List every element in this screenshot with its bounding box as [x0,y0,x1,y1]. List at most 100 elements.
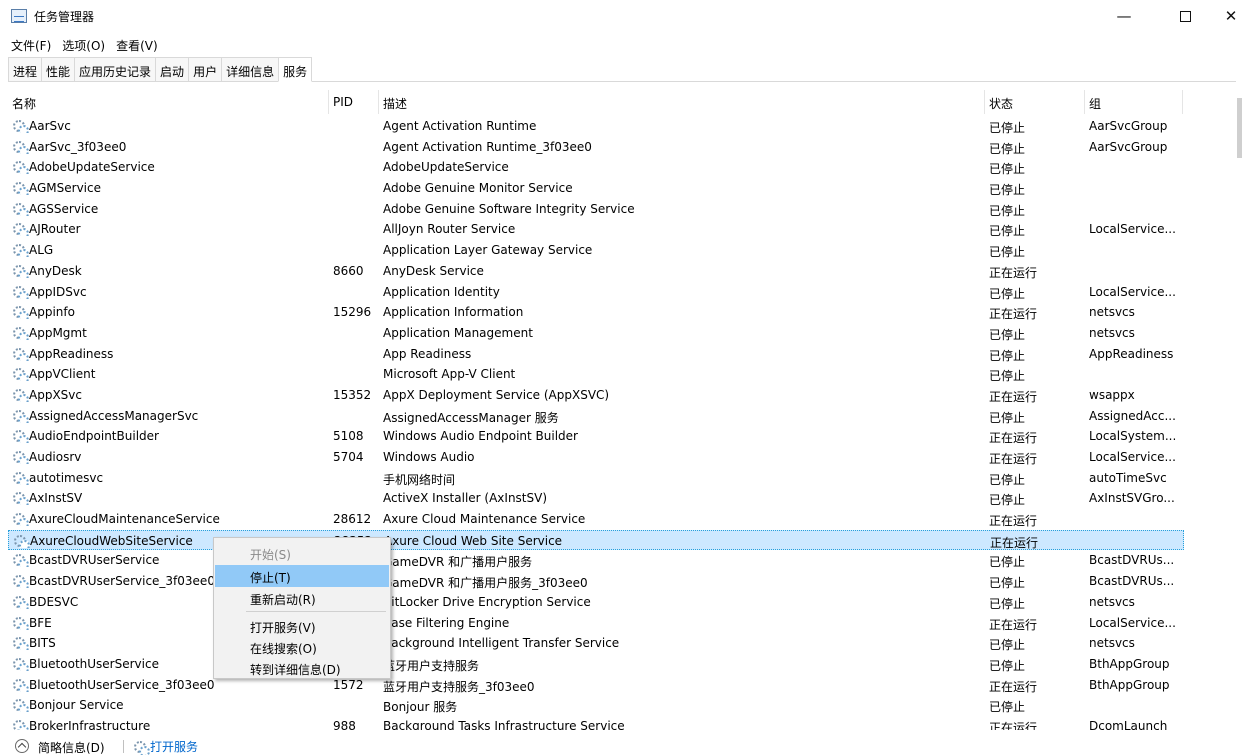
footer-divider [123,740,124,753]
context-menu: 开始(S) 停止(T) 重新启动(R) 打开服务(V) 在线搜索(O) 转到详细… [213,537,391,679]
tab-services[interactable]: 服务 [278,57,313,82]
service-pid: 5108 [333,429,364,444]
table-row[interactable]: AppMgmt Application Management 已停止 netsvcs [8,323,1184,344]
table-row[interactable]: AarSvc Agent Activation Runtime 已停止 AarSvcG… [8,116,1184,137]
service-gear-icon [12,698,29,713]
table-row[interactable]: BcastDVRUserService_3f03ee0 GameDVR 和广播用户… [8,571,1184,592]
service-description: ActiveX Installer (AxInstSV) [383,491,548,506]
service-gear-icon [12,595,29,609]
service-name: AGSService [29,201,99,216]
table-row[interactable]: BluetoothUserService 蓝牙用户支持服务 已停止 BthAppGro… [8,654,1184,675]
tab-processes[interactable]: 进程 [8,57,43,81]
open-services-label: 打开服务 [150,740,199,754]
table-row[interactable]: autotimesvc 手机网络时间 已停止 autoTimeSvc [8,468,1184,489]
table-row[interactable]: AppVClient Microsoft App-V Client 已停止 [8,364,1184,385]
service-name: AppMgmt [29,325,87,340]
menu-file[interactable]: 文件(F) [0,35,56,55]
service-name: BITS [29,636,56,651]
table-row[interactable]: BDESVC BitLocker Drive Encryption Service… [8,592,1184,613]
maximize-button[interactable] [1162,0,1208,32]
service-group: netsvcs [1089,325,1135,340]
tab-app-history[interactable]: 应用历史记录 [74,57,157,81]
service-status: 已停止 [989,203,1026,218]
table-row[interactable]: AxureCloudMaintenanceService 28612 Axure C… [8,509,1184,530]
service-name: AppXSvc [29,387,82,402]
service-gear-icon [12,719,29,730]
tab-details[interactable]: 详细信息 [221,57,280,81]
service-name-cell: AppMgmt [12,326,332,340]
tab-users[interactable]: 用户 [188,57,223,81]
table-row[interactable]: AarSvc_3f03ee0 Agent Activation Runtime_3… [8,137,1184,158]
service-name: AnyDesk [29,263,82,278]
service-name-cell: AppVClient [12,367,332,382]
table-row[interactable]: AppIDSvc Application Identity 已停止 LocalServ… [8,282,1184,303]
service-gear-icon [12,553,29,568]
menu-item-open-services[interactable]: 打开服务(V) [215,615,389,637]
column-header-name[interactable]: 名称 [8,90,329,114]
menu-item-restart[interactable]: 重新启动(R) [215,587,389,609]
menu-item-start[interactable]: 开始(S) [215,542,389,564]
service-name: AarSvc_3f03ee0 [29,139,127,154]
table-row[interactable]: Bonjour Service Bonjour 服务 已停止 [8,695,1184,716]
service-name-cell: AnyDesk [12,264,332,278]
table-row[interactable]: BluetoothUserService_3f03ee0 1572 蓝牙用户支持服务… [8,675,1184,696]
menu-item-stop[interactable]: 停止(T) [215,565,389,587]
task-manager-icon [11,9,27,23]
tab-startup[interactable]: 启动 [155,57,190,81]
fewer-details-link[interactable]: 简略信息(D) [38,739,105,755]
service-description: Bonjour 服务 [383,700,458,715]
service-group: LocalSystem... [1089,429,1177,444]
table-row[interactable]: AssignedAccessManagerSvc AssignedAccessMa… [8,406,1184,427]
table-row[interactable]: ALG Application Layer Gateway Service 已停止 [8,240,1184,261]
table-row[interactable]: Audiosrv 5704 Windows Audio 正在运行 LocalServic… [8,447,1184,468]
column-header-description[interactable]: 描述 [379,90,985,114]
service-gear-icon [12,181,29,196]
vertical-scrollbar[interactable] [1236,90,1243,730]
service-description: AnyDesk Service [383,263,484,278]
table-row[interactable]: AppXSvc 15352 AppX Deployment Service (App… [8,385,1184,406]
column-header-group[interactable]: 组 [1085,90,1183,114]
scrollbar-thumb[interactable] [1237,98,1242,158]
service-name-cell: BrokerInfrastructure [12,719,332,730]
table-row[interactable]: AxInstSV ActiveX Installer (AxInstSV) 已停止 A… [8,488,1184,509]
service-status: 正在运行 [989,265,1038,280]
chevron-up-icon[interactable] [15,739,29,753]
table-row[interactable]: BrokerInfrastructure 988 Background Tasks … [8,716,1184,730]
table-row[interactable]: AxureCloudWebSiteService28352Axure Cloud… [8,529,1184,551]
table-row[interactable]: Appinfo 15296 Application Information 正在运行 n… [8,302,1184,323]
service-status: 已停止 [989,638,1026,653]
minimize-button[interactable]: — [1101,0,1147,32]
tab-performance[interactable]: 性能 [41,57,76,81]
column-header-status[interactable]: 状态 [985,90,1085,114]
table-row[interactable]: BcastDVRUserService GameDVR 和广播用户服务 已停止 Bca… [8,550,1184,571]
table-row[interactable]: AppReadiness App Readiness 已停止 AppReadiness [8,344,1184,365]
table-row[interactable]: AdobeUpdateService AdobeUpdateService 已停止 [8,157,1184,178]
menu-view[interactable]: 查看(V) [110,35,163,55]
service-status: 已停止 [989,327,1026,342]
service-description: Application Layer Gateway Service [383,243,593,258]
service-name: AppReadiness [29,346,114,361]
menu-options[interactable]: 选项(O) [56,35,110,55]
service-status: 已停止 [989,576,1026,591]
title-bar: 任务管理器 — ✕ [0,0,1243,34]
service-group: netsvcs [1089,594,1135,609]
service-gear-icon [12,491,29,506]
table-row[interactable]: BFE Base Filtering Engine 正在运行 LocalService… [8,613,1184,634]
table-row[interactable]: AudioEndpointBuilder 5108 Windows Audio En… [8,426,1184,447]
table-row[interactable]: AGSService Adobe Genuine Software Integri… [8,199,1184,220]
table-row[interactable]: AnyDesk 8660 AnyDesk Service 正在运行 [8,261,1184,282]
menu-item-search-online[interactable]: 在线搜索(O) [215,636,389,658]
service-group: BthAppGroup [1089,677,1170,692]
service-pid: 1572 [333,677,364,692]
menu-item-go-to-details[interactable]: 转到详细信息(D) [215,657,389,679]
service-status: 已停止 [989,555,1026,570]
service-status: 已停止 [989,700,1026,715]
service-status: 正在运行 [989,452,1038,466]
column-header-pid[interactable]: PID [329,90,379,114]
close-button[interactable]: ✕ [1208,0,1243,32]
table-row[interactable]: AGMService Adobe Genuine Monitor Service 已… [8,178,1184,199]
table-row[interactable]: AJRouter AllJoyn Router Service 已停止 LocalSe… [8,219,1184,240]
table-row[interactable]: BITS Background Intelligent Transfer Serv… [8,633,1184,654]
open-services-link[interactable]: 打开服务 [133,738,198,755]
service-name: AxureCloudWebSiteService [30,533,193,548]
